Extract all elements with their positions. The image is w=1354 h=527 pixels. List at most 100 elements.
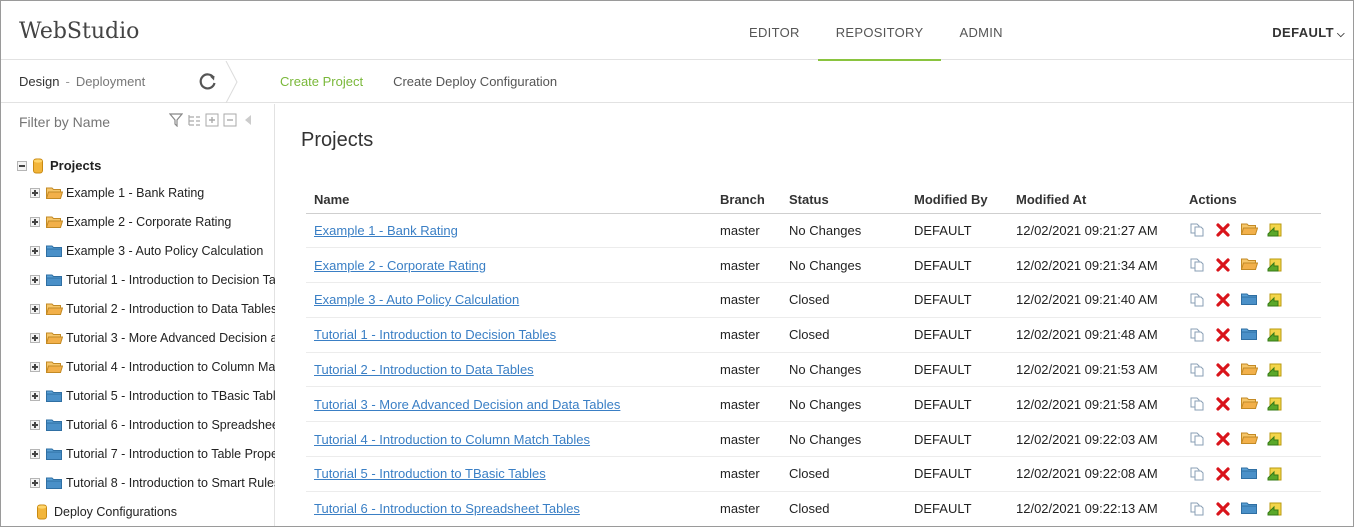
copy-icon[interactable] (1189, 431, 1205, 447)
col-header-modified-by[interactable]: Modified By (906, 186, 1008, 214)
copy-icon[interactable] (1189, 292, 1205, 308)
expand-toggle-icon[interactable] (30, 245, 40, 256)
tree-view-icon[interactable] (187, 113, 201, 127)
expand-toggle-icon[interactable] (30, 448, 40, 459)
col-header-modified-at[interactable]: Modified At (1008, 186, 1181, 214)
collapse-panel-icon[interactable] (241, 113, 255, 127)
tree-root-label: Projects (50, 158, 102, 173)
cell-modified-at: 12/02/2021 09:21:58 AM (1008, 386, 1181, 423)
tree-item-tutorial-7-introduction-to-table-properties[interactable]: Tutorial 7 - Introduction to Table Prope… (17, 439, 275, 468)
expand-toggle-icon[interactable] (30, 361, 40, 372)
copy-icon[interactable] (1189, 362, 1205, 378)
deploy-icon[interactable] (1267, 222, 1283, 238)
deploy-icon[interactable] (1267, 396, 1283, 412)
tree-item-tutorial-8-introduction-to-smart-rules[interactable]: Tutorial 8 - Introduction to Smart Rules (17, 468, 275, 497)
close-project-icon[interactable] (1240, 257, 1259, 273)
delete-icon[interactable] (1215, 396, 1231, 412)
col-header-actions: Actions (1181, 186, 1321, 214)
tree-root-projects[interactable]: Projects (17, 153, 275, 178)
create-deploy-config-button[interactable]: Create Deploy Configuration (393, 74, 557, 89)
copy-icon[interactable] (1189, 257, 1205, 273)
delete-icon[interactable] (1215, 466, 1231, 482)
tree-item-label: Example 1 - Bank Rating (66, 185, 205, 200)
filter-input[interactable] (19, 114, 159, 130)
tree-item-tutorial-3-more-advanced-decision-and-data-tables[interactable]: Tutorial 3 - More Advanced Decision and … (17, 323, 275, 352)
tree-item-example-3-auto-policy-calculation[interactable]: Example 3 - Auto Policy Calculation (17, 236, 275, 265)
open-project-icon[interactable] (1241, 327, 1257, 343)
deploy-icon[interactable] (1267, 362, 1283, 378)
tree-item-example-1-bank-rating[interactable]: Example 1 - Bank Rating (17, 178, 275, 207)
tab-admin[interactable]: ADMIN (941, 1, 1020, 60)
project-link[interactable]: Tutorial 3 - More Advanced Decision and … (314, 397, 620, 412)
expand-toggle-icon[interactable] (30, 332, 40, 343)
close-project-icon[interactable] (1240, 431, 1259, 447)
tab-editor[interactable]: EDITOR (731, 1, 818, 60)
copy-icon[interactable] (1189, 396, 1205, 412)
col-header-name[interactable]: Name (306, 186, 712, 214)
crumb-deployment[interactable]: Deployment (76, 74, 145, 89)
open-project-icon[interactable] (1241, 501, 1257, 517)
crumb-design[interactable]: Design (19, 74, 59, 89)
expand-toggle-icon[interactable] (30, 477, 40, 488)
deploy-icon[interactable] (1267, 257, 1283, 273)
project-link[interactable]: Example 3 - Auto Policy Calculation (314, 292, 519, 307)
tree-item-tutorial-5-introduction-to-tbasic-tables[interactable]: Tutorial 5 - Introduction to TBasic Tabl… (17, 381, 275, 410)
create-project-button[interactable]: Create Project (280, 74, 363, 89)
delete-icon[interactable] (1215, 327, 1231, 343)
user-menu[interactable]: DEFAULT ⌵ (1272, 25, 1345, 40)
project-link[interactable]: Example 1 - Bank Rating (314, 223, 458, 238)
copy-icon[interactable] (1189, 501, 1205, 517)
copy-icon[interactable] (1189, 222, 1205, 238)
cell-actions (1181, 247, 1321, 284)
filter-icon[interactable] (168, 113, 184, 128)
project-link[interactable]: Example 2 - Corporate Rating (314, 258, 486, 273)
collapse-all-icon[interactable] (223, 113, 237, 127)
tree-item-deploy-configurations[interactable]: Deploy Configurations (17, 497, 275, 526)
delete-icon[interactable] (1215, 292, 1231, 308)
tree-item-label: Tutorial 6 - Introduction to Spreadsheet… (66, 417, 275, 432)
tree-item-tutorial-4-introduction-to-column-match-tables[interactable]: Tutorial 4 - Introduction to Column Matc… (17, 352, 275, 381)
open-project-icon[interactable] (1241, 466, 1257, 482)
copy-icon[interactable] (1189, 466, 1205, 482)
close-project-icon[interactable] (1240, 362, 1259, 378)
expand-toggle-icon[interactable] (30, 216, 40, 227)
close-project-icon[interactable] (1240, 222, 1259, 238)
col-header-branch[interactable]: Branch (712, 186, 781, 214)
deploy-icon[interactable] (1267, 466, 1283, 482)
cell-branch: master (712, 491, 781, 526)
expand-toggle-icon[interactable] (30, 419, 40, 430)
project-link[interactable]: Tutorial 2 - Introduction to Data Tables (314, 362, 534, 377)
expand-toggle-icon[interactable] (30, 303, 40, 314)
refresh-icon[interactable] (198, 71, 218, 91)
delete-icon[interactable] (1215, 222, 1231, 238)
deploy-icon[interactable] (1267, 327, 1283, 343)
tree-item-tutorial-6-introduction-to-spreadsheet-tables[interactable]: Tutorial 6 - Introduction to Spreadsheet… (17, 410, 275, 439)
expand-toggle-icon[interactable] (30, 390, 40, 401)
deploy-icon[interactable] (1267, 431, 1283, 447)
expand-toggle-icon[interactable] (30, 187, 40, 198)
deploy-icon[interactable] (1267, 501, 1283, 517)
tree-item-tutorial-2-introduction-to-data-tables[interactable]: Tutorial 2 - Introduction to Data Tables (17, 294, 275, 323)
delete-icon[interactable] (1215, 501, 1231, 517)
project-link[interactable]: Tutorial 1 - Introduction to Decision Ta… (314, 327, 556, 342)
delete-icon[interactable] (1215, 362, 1231, 378)
tab-repository[interactable]: REPOSITORY (817, 1, 942, 61)
close-project-icon[interactable] (1240, 396, 1259, 412)
tree-item-tutorial-1-introduction-to-decision-tables[interactable]: Tutorial 1 - Introduction to Decision Ta… (17, 265, 275, 294)
delete-icon[interactable] (1215, 431, 1231, 447)
expand-toggle-icon[interactable] (30, 274, 40, 285)
expand-all-icon[interactable] (205, 113, 219, 127)
tree-item-example-2-corporate-rating[interactable]: Example 2 - Corporate Rating (17, 207, 275, 236)
project-link[interactable]: Tutorial 5 - Introduction to TBasic Tabl… (314, 466, 546, 481)
open-project-icon[interactable] (1241, 292, 1257, 308)
deploy-icon[interactable] (1267, 292, 1283, 308)
delete-icon[interactable] (1215, 257, 1231, 273)
col-header-status[interactable]: Status (781, 186, 906, 214)
cell-actions (1181, 317, 1321, 353)
collapse-toggle-icon[interactable] (17, 160, 27, 171)
project-link[interactable]: Tutorial 4 - Introduction to Column Matc… (314, 432, 590, 447)
copy-icon[interactable] (1189, 327, 1205, 343)
project-link[interactable]: Tutorial 6 - Introduction to Spreadsheet… (314, 501, 580, 516)
sub-actions: Create Project Create Deploy Configurati… (280, 74, 557, 89)
cell-name: Tutorial 1 - Introduction to Decision Ta… (306, 317, 712, 353)
